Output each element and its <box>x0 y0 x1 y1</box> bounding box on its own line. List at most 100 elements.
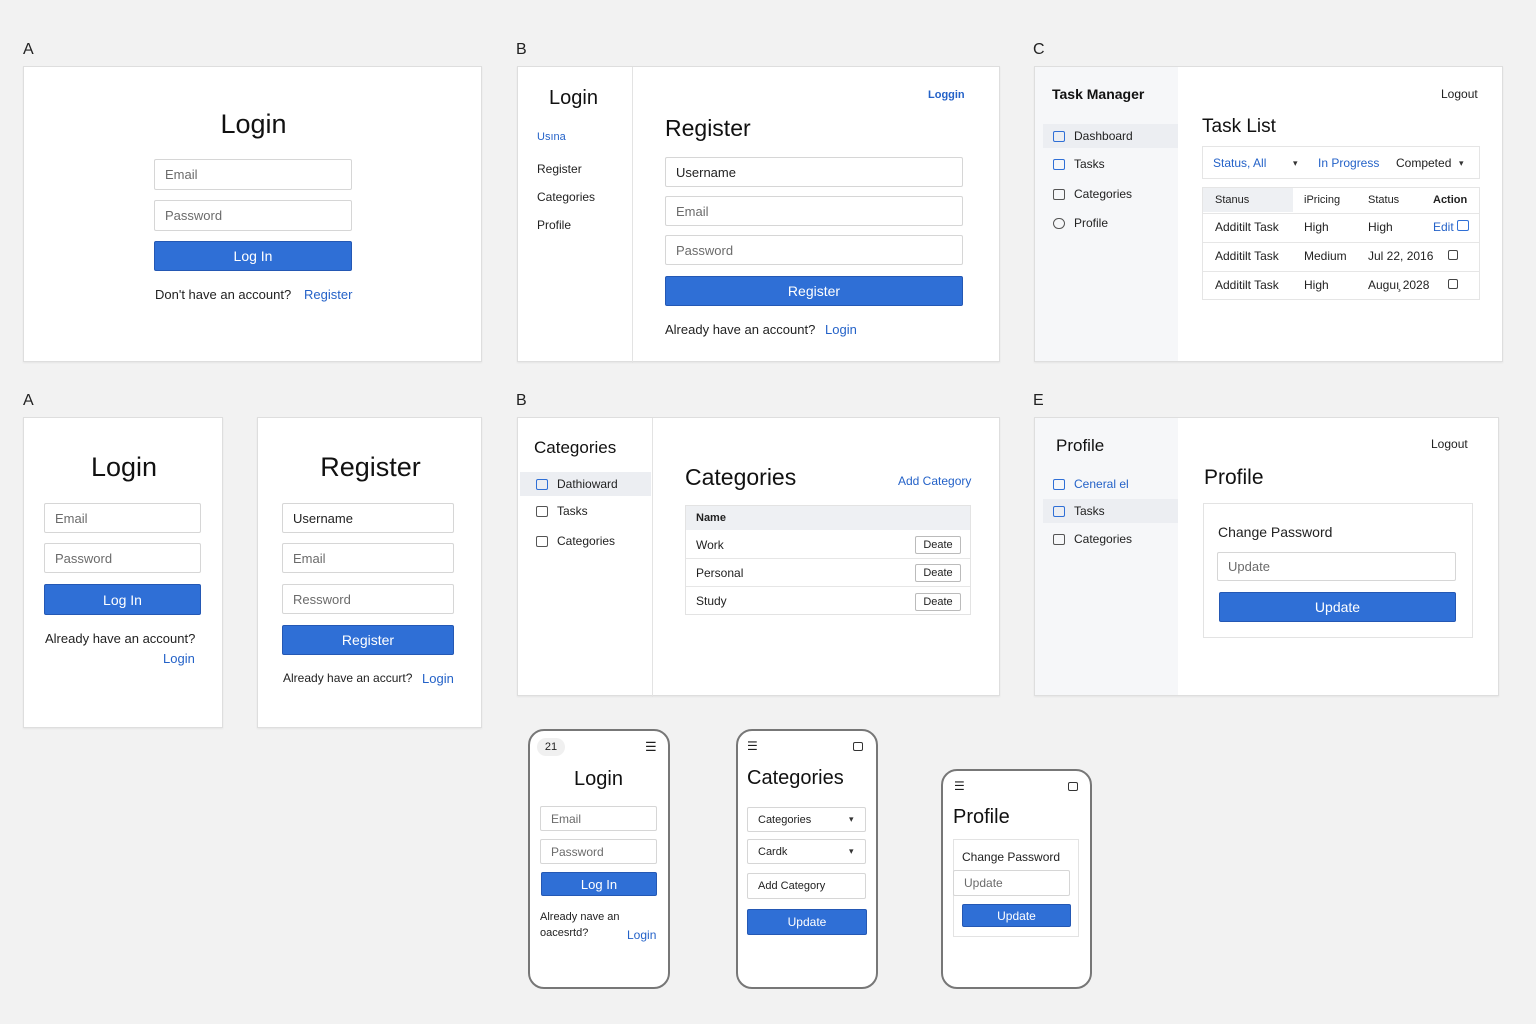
chevron-down-icon[interactable]: ▾ <box>849 846 854 857</box>
sidebar-title: Profile <box>1056 436 1105 455</box>
nav-general[interactable]: Ceneral el <box>1043 472 1129 496</box>
email-field[interactable]: Email <box>154 159 352 190</box>
tasks-icon <box>536 505 548 517</box>
categories-card: Categories Dathioward Tasks Categories C… <box>517 417 1000 697</box>
nav-categories[interactable]: Categories <box>1043 182 1132 206</box>
in-progress-filter[interactable]: In Progress <box>1318 156 1379 170</box>
email-field[interactable]: Email <box>282 543 454 573</box>
login-link[interactable]: Login <box>627 928 656 942</box>
nav-profile[interactable]: Profile <box>1043 211 1108 235</box>
update-button[interactable]: Update <box>1219 592 1456 622</box>
table-header-name: Stanus <box>1215 194 1250 206</box>
username-field[interactable]: Username <box>665 157 963 187</box>
password-field[interactable]: Password <box>665 235 963 265</box>
delete-button[interactable]: Deate <box>915 536 961 554</box>
nav-tasks[interactable]: Tasks <box>520 499 588 523</box>
nav-categories[interactable]: Categories <box>520 529 615 553</box>
email-field[interactable]: Email <box>44 503 201 533</box>
delete-button[interactable]: Deate <box>915 593 961 611</box>
task-list-title: Task List <box>1202 116 1276 137</box>
register-link[interactable]: Register <box>304 287 352 302</box>
sidebar-item-register[interactable]: Register <box>537 162 582 176</box>
edit-link[interactable]: Edit <box>1433 220 1454 234</box>
hamburger-menu-icon[interactable]: ☰ <box>747 740 758 752</box>
password-field[interactable]: Ressword <box>282 584 454 614</box>
dashboard-icon <box>536 478 548 490</box>
table-header-priority: iPricing <box>1304 194 1341 206</box>
update-input[interactable]: Update <box>953 870 1070 896</box>
mobile-login-phone: 21 ☰ Login Email Password Log In Already… <box>528 729 670 989</box>
register-button[interactable]: Register <box>282 625 454 655</box>
general-icon <box>1053 478 1065 490</box>
categories-title: Categories <box>747 767 844 789</box>
login-title: Login <box>574 768 623 790</box>
section-label-e: E <box>1033 392 1044 409</box>
nav-dashboard[interactable]: Dathioward <box>520 472 651 496</box>
sidebar-divider <box>652 418 653 697</box>
checkbox-icon[interactable] <box>1448 279 1458 289</box>
add-category-input[interactable]: Add Category <box>747 873 866 899</box>
password-field[interactable]: Password <box>44 543 201 573</box>
table-row: Personal <box>696 566 744 580</box>
update-input[interactable]: Update <box>1217 552 1456 581</box>
nav-tasks[interactable]: Tasks <box>1043 152 1105 176</box>
add-category-link[interactable]: Add Category <box>898 474 971 488</box>
hamburger-menu-icon[interactable]: ☰ <box>954 780 965 792</box>
sidebar-item-categories[interactable]: Categories <box>537 190 595 204</box>
section-label-a2: A <box>23 392 34 409</box>
login-button[interactable]: Log In <box>154 241 352 271</box>
table-header-action: Action <box>1433 194 1468 206</box>
plus-icon <box>1053 533 1065 545</box>
sidebar <box>1035 418 1178 695</box>
login-link[interactable]: Login <box>422 671 454 686</box>
table-row-status: High <box>1368 220 1393 234</box>
nav-categories[interactable]: Categories <box>1043 527 1132 551</box>
delete-button[interactable]: Deate <box>915 564 961 582</box>
register-button[interactable]: Register <box>665 276 963 306</box>
sidebar-item-profile[interactable]: Profile <box>537 218 571 232</box>
window-icon[interactable] <box>853 742 863 751</box>
email-field[interactable]: Email <box>665 196 963 226</box>
completed-filter[interactable]: Competed <box>1396 156 1451 170</box>
status-filter[interactable]: Status, All <box>1213 156 1266 170</box>
login-link[interactable]: Login <box>163 651 195 666</box>
profile-title: Profile <box>1204 466 1264 489</box>
profile-icon <box>1053 217 1065 229</box>
edit-icon[interactable] <box>1457 220 1469 231</box>
profile-title: Profile <box>953 806 1010 828</box>
app-title: Task Manager <box>1052 86 1145 102</box>
register-title: Register <box>665 115 751 141</box>
section-label-c: C <box>1033 41 1045 58</box>
mobile-categories-phone: ☰ Categories Categories ▾ Cardk ▾ Add Ca… <box>736 729 878 989</box>
folder-icon <box>1053 505 1065 517</box>
top-login-link[interactable]: Loggin <box>928 89 965 101</box>
sidebar-item-username[interactable]: Usına <box>537 131 566 143</box>
chevron-down-icon[interactable]: ▾ <box>1459 158 1464 169</box>
login-button[interactable]: Log In <box>44 584 201 615</box>
nav-tasks[interactable]: Tasks <box>1043 499 1178 523</box>
dashboard-icon <box>1053 130 1065 142</box>
checkbox-icon[interactable] <box>1448 250 1458 260</box>
no-account-text: Don't have an account? <box>155 287 292 302</box>
change-password-heading: Change Password <box>962 850 1061 864</box>
window-icon[interactable] <box>1068 782 1078 791</box>
email-field[interactable]: Email <box>540 806 657 831</box>
chevron-down-icon[interactable]: ▾ <box>849 814 854 825</box>
logout-link[interactable]: Logout <box>1431 437 1468 451</box>
task-manager-card: Task Manager Logout Dashboard Tasks Cate… <box>1034 66 1503 362</box>
password-field[interactable]: Password <box>154 200 352 231</box>
update-button[interactable]: Update <box>962 904 1071 927</box>
update-button[interactable]: Update <box>747 909 867 935</box>
table-row-status: Auguı̧ 2028 <box>1368 278 1430 292</box>
login-button[interactable]: Log In <box>541 872 657 896</box>
table-row-priority: Medium <box>1304 249 1347 263</box>
nav-dashboard[interactable]: Dashboard <box>1043 124 1178 148</box>
login-link[interactable]: Login <box>825 322 857 337</box>
row-divider <box>1203 213 1479 214</box>
logout-link[interactable]: Logout <box>1441 87 1478 101</box>
hamburger-menu-icon[interactable]: ☰ <box>645 740 657 753</box>
chevron-down-icon[interactable]: ▾ <box>1293 158 1298 169</box>
row-divider <box>686 558 970 559</box>
password-field[interactable]: Password <box>540 839 657 864</box>
username-field[interactable]: Username <box>282 503 454 533</box>
